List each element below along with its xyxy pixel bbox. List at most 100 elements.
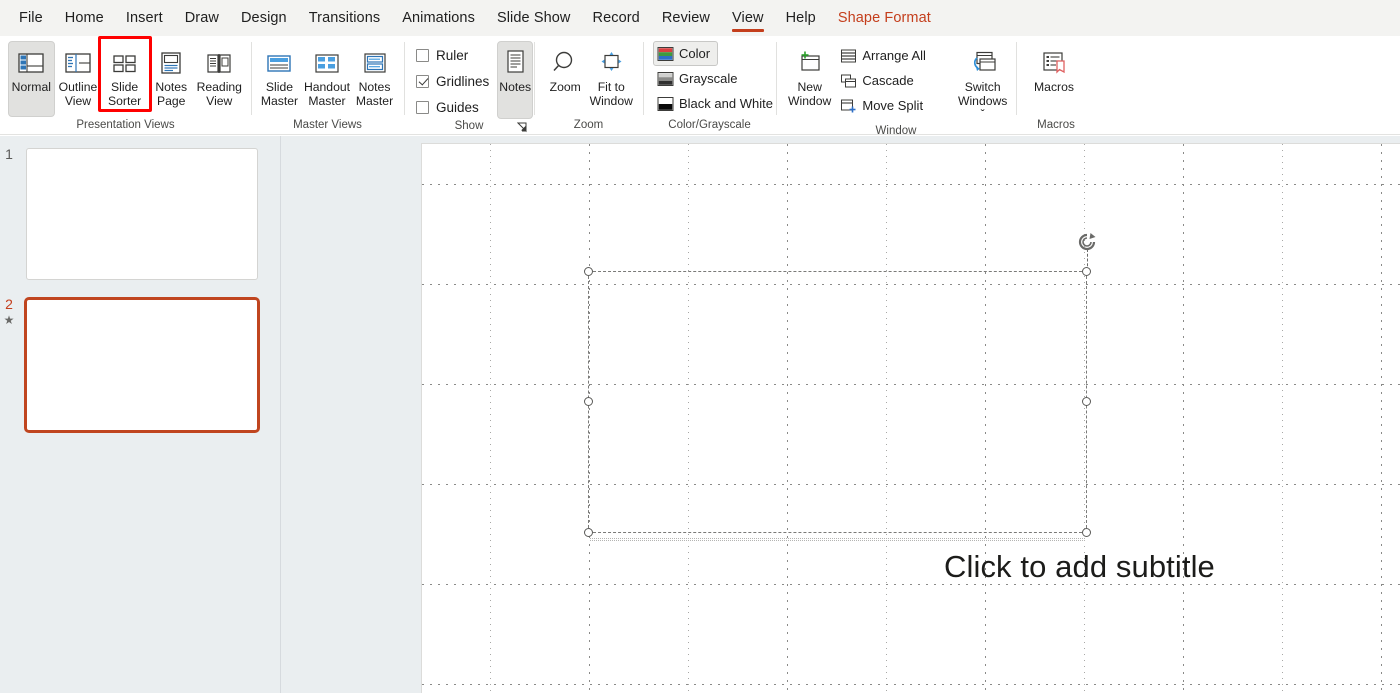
arrange-all-label: Arrange All [862, 48, 926, 63]
notes-button-label: Notes [499, 80, 532, 94]
tab-draw[interactable]: Draw [174, 4, 230, 33]
thumbnail-2-number: 2 [5, 296, 13, 312]
resize-handle-bottom-left[interactable] [584, 528, 593, 537]
tab-record[interactable]: Record [582, 4, 651, 33]
tab-view[interactable]: View [721, 4, 775, 33]
guides-checkbox[interactable]: Guides [416, 94, 489, 120]
color-icon [657, 45, 674, 62]
tab-transitions[interactable]: Transitions [298, 4, 391, 33]
notes-page-icon [156, 46, 186, 80]
resize-handle-top-left[interactable] [584, 267, 593, 276]
gridlines-checkbox[interactable]: Gridlines [416, 68, 489, 94]
resize-handle-top-right[interactable] [1082, 267, 1091, 276]
grayscale-button[interactable]: Grayscale [653, 66, 746, 91]
outline-view-label: Outline View [58, 80, 98, 108]
reading-view-button[interactable]: Reading View [195, 41, 244, 117]
show-dialog-launcher-icon[interactable] [516, 122, 528, 133]
slide-master-button[interactable]: Slide Master [257, 41, 302, 117]
notes-master-button[interactable]: Notes Master [352, 41, 397, 117]
handout-master-button[interactable]: Handout Master [302, 41, 352, 117]
zoom-button[interactable]: Zoom [544, 41, 587, 117]
tab-slide-show[interactable]: Slide Show [486, 4, 582, 33]
slide-thumbnail-pane[interactable]: 1 2 ★ [0, 136, 281, 693]
reading-view-label: Reading View [196, 80, 242, 108]
cascade-label: Cascade [862, 73, 914, 88]
grayscale-button-label: Grayscale [679, 71, 738, 86]
ribbon-group-master-views: Slide Master Handout Master Notes Master… [251, 36, 404, 135]
fit-to-window-label: Fit to Window [589, 80, 633, 108]
new-window-label: New Window [788, 80, 832, 108]
ruler-checkbox[interactable]: Ruler [416, 42, 489, 68]
new-window-button[interactable]: New Window [786, 41, 833, 117]
group-label-show-text: Show [454, 120, 484, 132]
resize-handle-bottom-right[interactable] [1082, 528, 1091, 537]
resize-handle-middle-right[interactable] [1082, 397, 1091, 406]
tab-help[interactable]: Help [775, 4, 827, 33]
tab-review[interactable]: Review [651, 4, 721, 33]
ribbon: Normal Outline View Slide Sorter Notes P… [0, 36, 1400, 137]
ribbon-group-window: New Window Arrange All Cascade Move Spli… [776, 36, 1016, 137]
macros-button[interactable]: Macros [1026, 41, 1082, 117]
tab-animations[interactable]: Animations [391, 4, 486, 33]
powerpoint-window: File Home Insert Draw Design Transitions… [0, 0, 1400, 693]
slide-master-label: Slide Master [260, 80, 299, 108]
macros-icon [1038, 46, 1070, 80]
fit-to-window-button[interactable]: Fit to Window [587, 41, 637, 117]
black-and-white-button-label: Black and White [679, 96, 773, 111]
magnifier-icon [550, 46, 580, 80]
rotation-handle-icon[interactable] [1076, 231, 1098, 253]
slide-surface[interactable]: Click to add subtitle [421, 143, 1400, 693]
notes-page-button[interactable]: Notes Page [148, 41, 195, 117]
color-button-label: Color [679, 46, 711, 61]
outline-view-button[interactable]: Outline View [55, 41, 102, 117]
switch-windows-button[interactable]: Switch Windows ˇ [956, 41, 1009, 125]
selection-inner-outline [590, 538, 1085, 541]
thumbnail-2-frame[interactable] [24, 297, 260, 433]
move-split-button[interactable]: Move Split [836, 93, 934, 118]
tab-insert[interactable]: Insert [115, 4, 174, 33]
slide-sorter-label: Slide Sorter [108, 80, 142, 108]
ruler-label: Ruler [436, 47, 469, 63]
black-and-white-icon [657, 95, 674, 112]
ruler-checkbox-box[interactable] [416, 48, 429, 62]
macros-button-label: Macros [1034, 80, 1074, 94]
group-label-master-views: Master Views [293, 119, 362, 131]
cascade-button[interactable]: Cascade [836, 68, 934, 93]
ribbon-group-color-grayscale: Color Grayscale Black and White Color/Gr… [643, 36, 776, 135]
normal-view-icon [16, 46, 46, 80]
tab-design[interactable]: Design [230, 4, 298, 33]
group-label-zoom: Zoom [573, 119, 604, 131]
gridlines-label: Gridlines [436, 73, 490, 89]
move-split-icon [840, 97, 857, 114]
normal-view-button[interactable]: Normal [8, 41, 55, 117]
notes-icon [500, 46, 530, 80]
arrange-all-button[interactable]: Arrange All [836, 43, 934, 68]
group-label-presentation-views: Presentation Views [76, 119, 175, 131]
tab-home[interactable]: Home [54, 4, 115, 33]
tab-shape-format[interactable]: Shape Format [827, 4, 942, 33]
notes-button[interactable]: Notes [497, 41, 534, 119]
gridlines-checkbox-box[interactable] [416, 74, 429, 88]
ribbon-group-zoom: Zoom Fit to Window Zoom [534, 36, 643, 135]
grayscale-icon [657, 70, 674, 87]
resize-handle-middle-left[interactable] [584, 397, 593, 406]
tab-file[interactable]: File [8, 4, 54, 33]
color-button[interactable]: Color [653, 41, 719, 66]
thumbnail-1-frame[interactable] [26, 148, 258, 280]
ribbon-group-show: Ruler Gridlines Guides Notes Show [404, 36, 534, 135]
handout-master-icon [312, 46, 342, 80]
guides-checkbox-box[interactable] [416, 100, 429, 114]
gridlines-overlay [422, 144, 1400, 693]
slide-canvas-area[interactable]: Click to add subtitle [281, 136, 1400, 693]
arrange-all-icon [840, 47, 857, 64]
switch-windows-label: Switch Windows ˇ [957, 80, 1008, 121]
fit-to-window-icon [595, 46, 627, 80]
new-window-icon [794, 46, 826, 80]
slide-master-icon [264, 46, 294, 80]
slide-sorter-button[interactable]: Slide Sorter [101, 41, 148, 117]
normal-view-label: Normal [11, 80, 51, 94]
notes-page-label: Notes Page [155, 80, 188, 108]
handout-master-label: Handout Master [303, 80, 351, 108]
black-and-white-button[interactable]: Black and White [653, 91, 781, 116]
subtitle-placeholder-text[interactable]: Click to add subtitle [944, 549, 1215, 585]
